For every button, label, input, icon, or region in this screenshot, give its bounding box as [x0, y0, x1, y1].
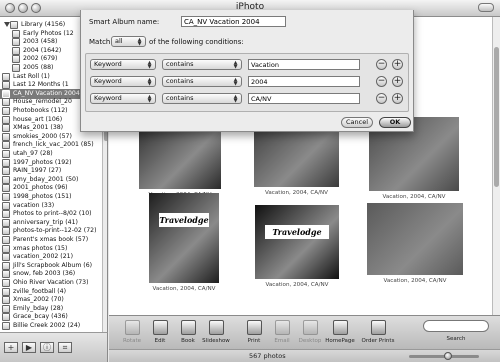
photo-count: 567 photos	[249, 352, 286, 360]
source-list-buttons: + ▶ ⓘ ⌗	[0, 332, 108, 362]
homepage-icon	[333, 320, 348, 335]
popup-arrows-icon: ▲ ▼	[137, 37, 142, 47]
condition-operator-popup[interactable]: contains ▲ ▼	[162, 93, 242, 104]
photo-caption: Vacation, 2004, CA/NV	[382, 194, 446, 200]
add-condition-button[interactable]: +	[392, 93, 403, 104]
match-label: Match	[89, 38, 111, 46]
info-button[interactable]: ⓘ	[40, 342, 54, 353]
print-icon	[247, 320, 262, 335]
email-icon	[275, 320, 290, 335]
condition-field-popup[interactable]: Keyword ▲ ▼	[90, 93, 156, 104]
album-icon	[2, 322, 10, 330]
album-name-field[interactable]: CA_NV Vacation 2004	[181, 16, 286, 27]
sidebar-item-label: Billie Creek 2002 (24)	[13, 322, 81, 329]
zoom-slider-knob[interactable]	[443, 352, 452, 360]
toolbar-button-label: Order Prints	[361, 338, 395, 344]
condition-value-field[interactable]: Vacation	[248, 59, 360, 70]
condition-field-popup[interactable]: Keyword ▲ ▼	[90, 76, 156, 87]
order-prints-icon	[371, 320, 386, 335]
play-slideshow-button[interactable]: ▶	[22, 342, 36, 353]
popup-arrows-icon: ▲ ▼	[233, 60, 238, 70]
photo-caption: Vacation, 2004, CA/NV	[152, 286, 216, 292]
popup-arrows-icon: ▲ ▼	[233, 77, 238, 87]
remove-condition-button[interactable]: −	[376, 59, 387, 70]
toolbar-button-label: HomePage	[325, 338, 355, 344]
condition-operator-popup-value: contains	[166, 77, 194, 85]
book-icon	[181, 320, 196, 335]
condition-field-popup[interactable]: Keyword ▲ ▼	[90, 59, 156, 70]
toolbar-button-label: Slideshow	[202, 338, 230, 344]
iphoto-window: iPhoto Library (4156) Early Photos (12 200…	[0, 0, 500, 362]
condition-operator-popup-value: contains	[166, 60, 194, 68]
viewer-scrollbar[interactable]	[492, 17, 500, 315]
calendar-button[interactable]: ⌗	[58, 342, 72, 353]
album-name-label: Smart Album name:	[89, 18, 160, 26]
condition-field-popup-value: Keyword	[94, 77, 122, 85]
conditions-box: Keyword ▲ ▼ contains ▲ ▼ Vacation − + Keyword ▲ ▼ co…	[85, 53, 409, 112]
cancel-button[interactable]: Cancel	[341, 117, 373, 128]
condition-value-field[interactable]: CA/NV	[248, 93, 360, 104]
condition-field-popup-value: Keyword	[94, 60, 122, 68]
homepage-button[interactable]: HomePage	[325, 318, 355, 348]
condition-value-field[interactable]: 2004	[248, 76, 360, 87]
photo-image	[367, 203, 463, 275]
condition-value-field-value: Vacation	[251, 61, 279, 69]
scroll-thumb[interactable]	[494, 47, 499, 187]
condition-operator-popup[interactable]: contains ▲ ▼	[162, 76, 242, 87]
photo-caption: Vacation, 2004, CA/NV	[264, 190, 328, 196]
desktop-icon	[303, 320, 318, 335]
sidebar-item[interactable]: Billie Creek 2002 (24)	[0, 321, 102, 331]
bottom-toolbar: Rotate Edit Book Slideshow Print Email Desktop…	[109, 315, 500, 349]
toolbar-toggle-button[interactable]	[478, 3, 494, 12]
rotate-icon	[125, 320, 140, 335]
slideshow-button[interactable]: Slideshow	[201, 318, 231, 348]
condition-field-popup-value: Keyword	[94, 94, 122, 102]
photo-caption: Vacation, 2004, CA/NV	[265, 282, 329, 288]
condition-value-field-value: CA/NV	[251, 95, 272, 103]
match-suffix: of the following conditions:	[149, 38, 244, 46]
sign-text: Travelodge	[159, 213, 209, 227]
popup-arrows-icon: ▲ ▼	[147, 77, 152, 87]
popup-arrows-icon: ▲ ▼	[147, 60, 152, 70]
match-popup[interactable]: all ▲ ▼	[111, 36, 146, 47]
photo-image: Travelodge	[149, 193, 219, 283]
match-value: all	[115, 37, 123, 45]
remove-condition-button[interactable]: −	[376, 93, 387, 104]
add-condition-button[interactable]: +	[392, 76, 403, 87]
order-prints-button[interactable]: Order Prints	[362, 318, 394, 348]
condition-operator-popup-value: contains	[166, 94, 194, 102]
search-input[interactable]	[423, 320, 489, 332]
slideshow-icon	[209, 320, 224, 335]
photo-image: Travelodge	[255, 205, 339, 279]
photo-caption: Vacation, 2004, CA/NV	[383, 278, 447, 284]
popup-arrows-icon: ▲ ▼	[147, 94, 152, 104]
sign-text: Travelodge	[265, 225, 329, 239]
remove-condition-button[interactable]: −	[376, 76, 387, 87]
add-album-button[interactable]: +	[4, 342, 18, 353]
condition-value-field-value: 2004	[251, 78, 268, 86]
search-label: Search	[446, 336, 466, 342]
condition-operator-popup[interactable]: contains ▲ ▼	[162, 59, 242, 70]
popup-arrows-icon: ▲ ▼	[233, 94, 238, 104]
smart-album-sheet: Smart Album name: CA_NV Vacation 2004 Ma…	[80, 10, 414, 132]
zoom-slider[interactable]	[409, 352, 479, 360]
ok-button[interactable]: OK	[379, 117, 411, 128]
add-condition-button[interactable]: +	[392, 59, 403, 70]
status-bar: 567 photos	[109, 349, 500, 362]
edit-icon	[153, 320, 168, 335]
